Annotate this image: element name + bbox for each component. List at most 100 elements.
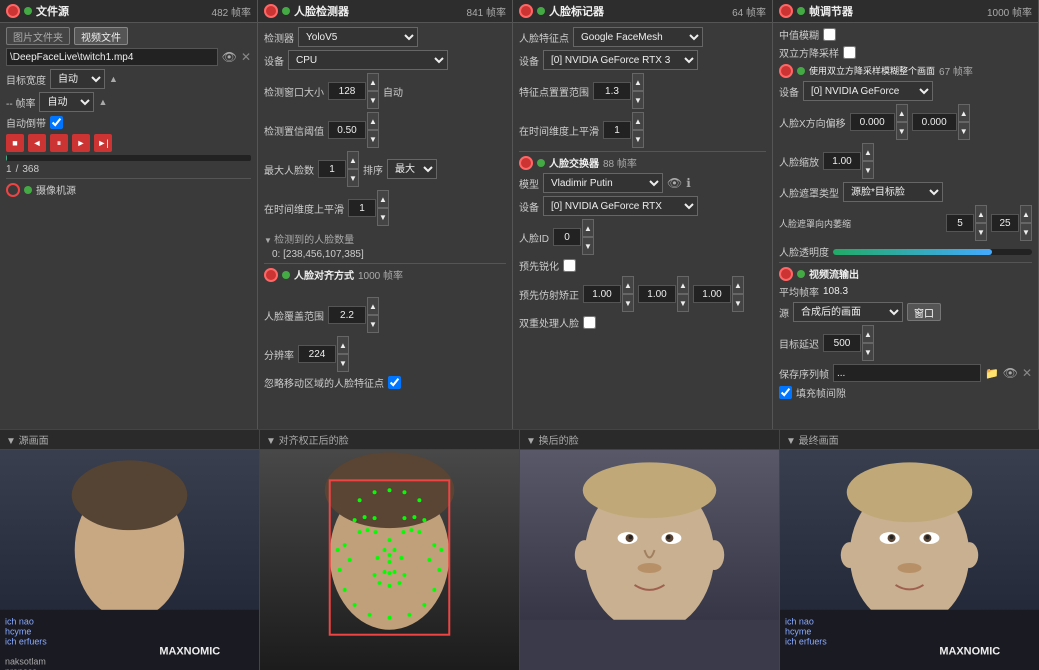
detector-smooth-input[interactable]: [348, 199, 376, 217]
source-target-width-select[interactable]: 自动: [50, 69, 105, 89]
exchanger-morph3-up[interactable]: ▲: [732, 276, 744, 294]
detector-smooth-up[interactable]: ▲: [377, 190, 389, 208]
adjuster-median-checkbox[interactable]: [823, 28, 836, 41]
marker-feature-input[interactable]: [593, 82, 631, 100]
source-btn-play[interactable]: ►: [72, 134, 90, 152]
stream-power-btn[interactable]: [779, 267, 793, 281]
detector-threshold-input[interactable]: [328, 121, 366, 139]
exchanger-morph2-input[interactable]: [638, 285, 676, 303]
exchanger-power-btn[interactable]: [519, 156, 533, 170]
adjuster-blur-input[interactable]: [991, 214, 1019, 232]
exchanger-faceid-up[interactable]: ▲: [582, 219, 594, 237]
marker-landmark-select[interactable]: Google FaceMesh: [573, 27, 703, 47]
source-tab-images[interactable]: 图片文件夹: [6, 27, 70, 45]
source-close-icon[interactable]: ✕: [241, 50, 251, 64]
adjuster-facescale-up[interactable]: ▲: [862, 143, 874, 161]
adjuster-bilateral-checkbox[interactable]: [843, 46, 856, 59]
exchanger-model-select[interactable]: Vladimir Putin: [543, 173, 663, 193]
exchanger-dual-checkbox[interactable]: [583, 316, 596, 329]
detector-window-down[interactable]: ▼: [367, 91, 379, 109]
source-tab-video[interactable]: 视频文件: [74, 27, 128, 45]
marker-smooth-down[interactable]: ▼: [632, 130, 644, 148]
exchanger-sharpen-checkbox[interactable]: [563, 259, 576, 272]
adjuster-offsety-up[interactable]: ▲: [958, 104, 970, 122]
exchanger-faceid-input[interactable]: [553, 228, 581, 246]
subsection-power-btn[interactable]: [779, 64, 793, 78]
adjuster-offsetx-up[interactable]: ▲: [896, 104, 908, 122]
source-file-path[interactable]: [6, 48, 218, 66]
detector-maxfaces-down[interactable]: ▼: [347, 169, 359, 187]
exchanger-eye-icon[interactable]: 👁: [667, 176, 682, 190]
adjuster-masktype-select[interactable]: 源脸*目标脸: [843, 182, 943, 202]
source-btn-stop[interactable]: ■: [6, 134, 24, 152]
exchanger-faceid-down[interactable]: ▼: [582, 237, 594, 255]
stream-fillgaps-checkbox[interactable]: [779, 386, 792, 399]
detector-sort-select[interactable]: 最大: [387, 159, 437, 179]
detector-select[interactable]: YoloV5: [298, 27, 418, 47]
detector-threshold-up[interactable]: ▲: [367, 112, 379, 130]
marker-feature-down[interactable]: ▼: [632, 91, 644, 109]
align-resolution-down[interactable]: ▼: [337, 354, 349, 372]
align-resolution-input[interactable]: [298, 345, 336, 363]
source-btn-next[interactable]: ►|: [94, 134, 112, 152]
adjuster-power-btn[interactable]: [779, 4, 793, 18]
stream-savepath-input[interactable]: [833, 364, 981, 382]
exchanger-morph1-input[interactable]: [583, 285, 621, 303]
exchanger-morph2-down[interactable]: ▼: [677, 294, 689, 312]
source-progress-bar[interactable]: [6, 155, 251, 161]
adjuster-offsetx-down[interactable]: ▼: [896, 122, 908, 140]
adjuster-facescale-down[interactable]: ▼: [862, 161, 874, 179]
align-coverage-up[interactable]: ▲: [367, 297, 379, 315]
source-btn-pause[interactable]: ⏸: [50, 134, 68, 152]
source-autoloop-checkbox[interactable]: [50, 116, 63, 129]
detector-smooth-down[interactable]: ▼: [377, 208, 389, 226]
stream-delay-up[interactable]: ▲: [862, 325, 874, 343]
adjuster-offsety-down[interactable]: ▼: [958, 122, 970, 140]
source-eye-icon[interactable]: 👁: [222, 50, 237, 64]
stream-eye-icon[interactable]: 👁: [1003, 366, 1018, 380]
align-coverage-down[interactable]: ▼: [367, 315, 379, 333]
adjuster-offsety-input[interactable]: [912, 113, 957, 131]
stream-source-select[interactable]: 合成后的画面: [793, 302, 903, 322]
stream-delay-down[interactable]: ▼: [862, 343, 874, 361]
detector-count-section[interactable]: 检测到的人脸数量: [264, 229, 506, 248]
source-power-btn[interactable]: [6, 4, 20, 18]
stream-delay-input[interactable]: [823, 334, 861, 352]
adjuster-blur-down[interactable]: ▼: [1020, 223, 1032, 241]
adjuster-erode-down[interactable]: ▼: [975, 223, 987, 241]
detector-window-up[interactable]: ▲: [367, 73, 379, 91]
detector-maxfaces-input[interactable]: [318, 160, 346, 178]
adjuster-erode-up[interactable]: ▲: [975, 205, 987, 223]
adjuster-device-select[interactable]: [0] NVIDIA GeForce: [803, 81, 933, 101]
adjuster-offsetx-input[interactable]: [850, 113, 895, 131]
adjuster-erode-input[interactable]: [946, 214, 974, 232]
exchanger-morph3-down[interactable]: ▼: [732, 294, 744, 312]
marker-smooth-input[interactable]: [603, 121, 631, 139]
source-fps-select[interactable]: 自动: [39, 92, 94, 112]
adjuster-facescale-input[interactable]: [823, 152, 861, 170]
align-power-btn[interactable]: [264, 268, 278, 282]
adjuster-blur-up[interactable]: ▲: [1020, 205, 1032, 223]
detector-device-select[interactable]: CPU: [288, 50, 448, 70]
marker-smooth-up[interactable]: ▲: [632, 112, 644, 130]
detector-power-btn[interactable]: [264, 4, 278, 18]
exchanger-device-select[interactable]: [0] NVIDIA GeForce RTX: [543, 196, 698, 216]
detector-maxfaces-up[interactable]: ▲: [347, 151, 359, 169]
exchanger-morph2-up[interactable]: ▲: [677, 276, 689, 294]
detector-window-input[interactable]: [328, 82, 366, 100]
stream-close-icon[interactable]: ✕: [1022, 366, 1032, 380]
align-resolution-up[interactable]: ▲: [337, 336, 349, 354]
exchanger-morph1-up[interactable]: ▲: [622, 276, 634, 294]
marker-power-btn[interactable]: [519, 4, 533, 18]
align-ignore-checkbox[interactable]: [388, 376, 401, 389]
align-coverage-input[interactable]: [328, 306, 366, 324]
stream-folder-icon[interactable]: 📁: [985, 367, 999, 380]
camera-power-btn[interactable]: [6, 183, 20, 197]
exchanger-morph3-input[interactable]: [693, 285, 731, 303]
exchanger-morph1-down[interactable]: ▼: [622, 294, 634, 312]
marker-device-select[interactable]: [0] NVIDIA GeForce RTX 3: [543, 50, 698, 70]
detector-threshold-down[interactable]: ▼: [367, 130, 379, 148]
exchanger-info-icon[interactable]: ℹ: [686, 176, 691, 190]
adjuster-opacity-slider[interactable]: [833, 249, 1032, 255]
stream-window-btn[interactable]: 窗口: [907, 303, 941, 321]
